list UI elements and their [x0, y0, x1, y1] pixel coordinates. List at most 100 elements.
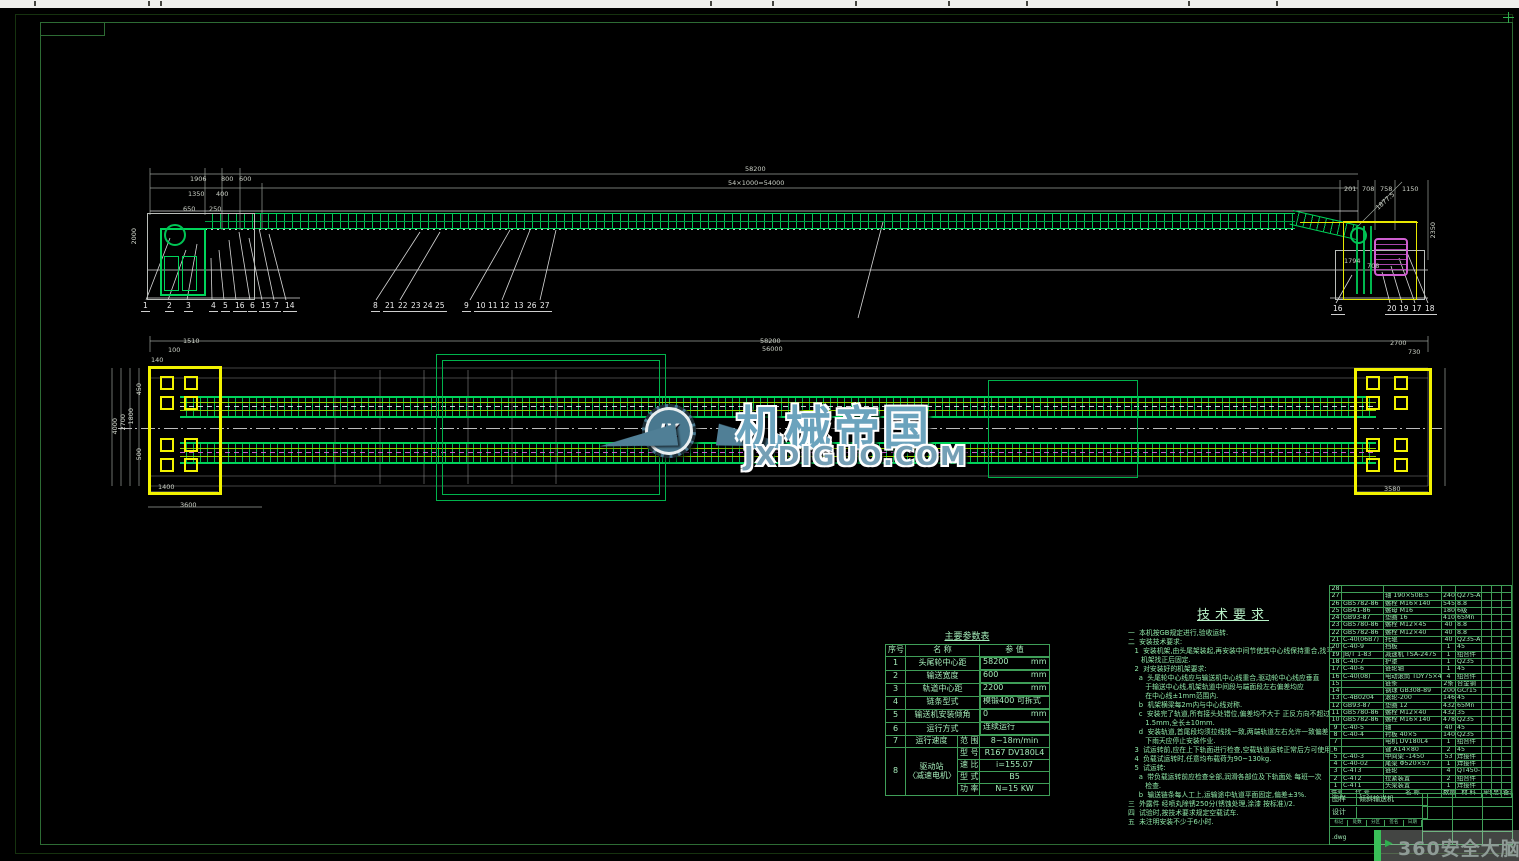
bom-cell: [1491, 760, 1502, 769]
bom-cell: 240: [1441, 592, 1456, 601]
bom-row: 21 C-40(06B7) 托辊 40 Q235-A: [1329, 636, 1512, 645]
callout-number: 25: [433, 301, 447, 312]
technical-requirement-line: 五 未注明安装不少于6小时.: [1128, 818, 1214, 826]
anchor-pad: [1394, 438, 1408, 452]
dim-label: 54×1000=54000: [728, 179, 785, 187]
cad-drawing-canvas: 58200 54×1000=54000 1906 800 600 1350 400 650 25…: [0, 0, 1519, 861]
param-value-number: 0: [983, 709, 989, 718]
bom-cell: [1491, 679, 1502, 689]
bom-cell: C-40-7: [1341, 657, 1384, 667]
dim-label: 2700: [1390, 339, 1407, 347]
bom-cell: [1501, 643, 1512, 652]
dim-label: 1794: [1344, 257, 1361, 265]
dim-label: 500: [135, 448, 143, 461]
anchor-pad: [1366, 396, 1380, 410]
bom-cell: 2: [1441, 745, 1456, 754]
dim-label: 2350: [1429, 222, 1437, 239]
param-no: 5: [885, 708, 906, 723]
anchor-pad: [1366, 438, 1380, 452]
title-block-doc-name: 倾斜输送机: [1357, 794, 1428, 806]
bom-cell: [1341, 679, 1384, 689]
bom-cell: 1: [1441, 665, 1456, 674]
callout-number: 17: [1410, 304, 1424, 315]
dim-label: 1510: [183, 337, 200, 345]
truss-dotted-line: [205, 229, 1295, 230]
bom-cell: [1481, 760, 1492, 769]
bom-cell: [1491, 657, 1502, 667]
bom-cell: 组合件: [1455, 774, 1482, 784]
bom-cell: 2条: [1441, 679, 1456, 689]
bom-cell: 托辊: [1383, 636, 1442, 645]
param-value: 0 mm: [980, 709, 1050, 722]
bom-cell: [1501, 701, 1512, 711]
param-sub: 范 围: [956, 735, 981, 748]
bom-cell: [1491, 592, 1502, 601]
bom-cell: [1501, 745, 1512, 754]
bom-cell: [1501, 672, 1512, 681]
bom-cell: 27: [1329, 592, 1342, 601]
bom-row: 5 C-40-3 中间架 -1450 53 焊接件: [1329, 752, 1512, 762]
bom-cell: 432: [1441, 701, 1456, 711]
bom-cell: 焊接件: [1455, 781, 1482, 791]
bom-cell: [1491, 584, 1502, 594]
bom-cell: 5: [1329, 752, 1342, 762]
param-row: 2 输送宽度 600 mm: [885, 669, 1050, 684]
bom-cell: 19: [1329, 650, 1342, 659]
bom-cell: [1481, 650, 1492, 659]
param-name: 输送宽度: [904, 669, 981, 684]
bom-row: 23 GB5780-86 螺栓 M12×45 40 8.8: [1329, 621, 1512, 630]
technical-requirement-line: b 机架横梁每2m内与中心线对称.: [1128, 701, 1243, 709]
anchor-pad: [160, 376, 174, 390]
bom-row: 15 链条 2条 合金钢: [1329, 679, 1512, 689]
bom-cell: [1481, 723, 1492, 732]
bom-cell: 8.8: [1455, 599, 1482, 608]
bom-cell: 65Mn: [1455, 701, 1482, 711]
param-drive-name: 驱动站 〈减速电机〉: [905, 747, 958, 796]
technical-requirement-line: 1.5mm,全长±10mm.: [1128, 719, 1215, 727]
param-header-value: 参 值: [979, 644, 1051, 657]
drive-wheel: [1350, 227, 1367, 244]
dim-label: 58200: [745, 165, 766, 173]
bom-cell: [1481, 657, 1492, 667]
bom-cell: 减速机 TSA-2475: [1383, 650, 1442, 659]
bom-cell: C-4T3: [1341, 767, 1384, 776]
bom-cell: 45: [1455, 694, 1482, 703]
bom-cell: 组合件: [1455, 650, 1482, 659]
param-value: i=155.07: [979, 759, 1051, 772]
param-no: 3: [885, 682, 906, 697]
bom-cell: [1341, 592, 1384, 601]
bom-cell: Q275-A: [1455, 592, 1482, 601]
bom-cell: GB41-86: [1341, 606, 1384, 616]
bom-cell: C-4T1: [1341, 781, 1384, 791]
bom-cell: [1341, 687, 1384, 696]
bom-cell: 螺栓 M16×140: [1383, 599, 1442, 608]
bom-cell: 2: [1329, 774, 1342, 784]
callout-number: 18: [1423, 304, 1437, 315]
dim-label: 650: [183, 205, 196, 213]
drive-support: [1370, 226, 1372, 294]
bom-cell: 钢球 GB308-89: [1383, 687, 1442, 696]
dim-label: 1906: [190, 175, 207, 183]
anchor-pad: [1394, 458, 1408, 472]
param-value: 连续运行: [980, 722, 1050, 735]
callout-number: 1: [141, 301, 150, 312]
bom-cell: 螺栓 M12×40: [1383, 628, 1442, 638]
callout-number: 14: [283, 301, 297, 312]
bom-row: 2 C-4T2 拉紧装置 2 组合件: [1329, 774, 1512, 784]
bom-cell: [1481, 636, 1492, 645]
dim-label: 730: [1408, 348, 1421, 356]
title-block-divider: [1422, 819, 1512, 820]
bom-cell: C-40-6: [1341, 665, 1384, 674]
bom-cell: 焊接件: [1455, 752, 1482, 762]
anchor-pad: [160, 458, 174, 472]
bom-cell: [1501, 621, 1512, 630]
bom-cell: 35: [1455, 709, 1482, 718]
param-value: R167 DV180L4: [979, 747, 1051, 760]
bom-cell: [1341, 738, 1384, 747]
security-toast[interactable]: ▶ 360安全大脑提醒您: [1374, 830, 1519, 861]
param-row: 5 输送机安装倾角 0 mm: [885, 708, 1050, 723]
bom-cell: 4: [1441, 672, 1456, 681]
param-value-number: 2200: [983, 683, 1004, 692]
bom-cell: 14: [1329, 687, 1342, 696]
bom-cell: [1481, 621, 1492, 630]
